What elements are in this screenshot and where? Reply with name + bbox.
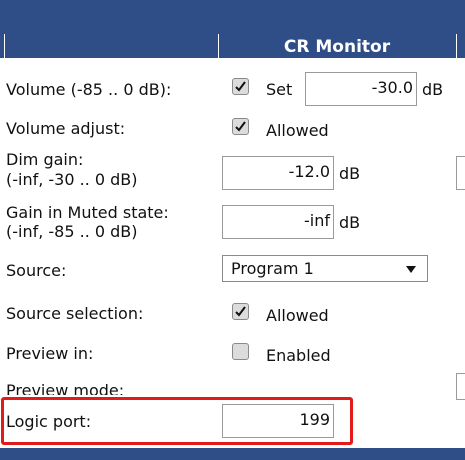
preview-in-label: Preview in: bbox=[6, 344, 94, 363]
check-icon bbox=[235, 121, 246, 132]
preview-mode-select[interactable] bbox=[456, 373, 465, 400]
preview-in-enabled-label: Enabled bbox=[266, 346, 331, 365]
volume-label: Volume (-85 .. 0 dB): bbox=[6, 80, 172, 99]
check-icon bbox=[235, 306, 246, 317]
source-selection-checkbox[interactable] bbox=[232, 303, 249, 320]
preview-mode-label: Preview mode: bbox=[6, 381, 125, 395]
volume-set-checkbox[interactable] bbox=[232, 78, 249, 95]
gain-muted-label: Gain in Muted state: bbox=[6, 203, 169, 222]
dim-gain-unit: dB bbox=[339, 164, 361, 183]
chevron-down-icon bbox=[406, 266, 416, 273]
dim-gain-label: Dim gain: bbox=[6, 150, 84, 169]
source-select[interactable]: Program 1 bbox=[222, 255, 428, 282]
column-divider bbox=[4, 34, 5, 58]
source-selected-value: Program 1 bbox=[231, 259, 314, 278]
volume-input[interactable]: -30.0 bbox=[305, 72, 417, 106]
column-title-cr-monitor: CR Monitor bbox=[283, 37, 391, 57]
source-selection-allowed-label: Allowed bbox=[266, 306, 329, 325]
volume-set-label: Set bbox=[266, 80, 293, 99]
gain-muted-input[interactable]: -inf bbox=[222, 205, 334, 239]
volume-unit: dB bbox=[422, 80, 444, 99]
check-icon bbox=[235, 81, 246, 92]
header-band-top bbox=[0, 0, 465, 34]
column-divider bbox=[456, 34, 457, 58]
source-label: Source: bbox=[6, 261, 67, 280]
volume-adjust-checkbox[interactable] bbox=[232, 118, 249, 135]
footer-band bbox=[0, 448, 465, 460]
source-selection-label: Source selection: bbox=[6, 304, 144, 323]
volume-adjust-label: Volume adjust: bbox=[6, 119, 126, 138]
gain-muted-unit: dB bbox=[339, 213, 361, 232]
logic-port-highlight bbox=[1, 397, 353, 445]
dim-gain-range: (-inf, -30 .. 0 dB) bbox=[6, 170, 138, 189]
volume-adjust-allowed-label: Allowed bbox=[266, 121, 329, 140]
next-column-input[interactable] bbox=[456, 156, 465, 190]
gain-muted-range: (-inf, -85 .. 0 dB) bbox=[6, 222, 138, 241]
preview-in-checkbox[interactable] bbox=[232, 343, 249, 360]
dim-gain-input[interactable]: -12.0 bbox=[222, 156, 334, 190]
